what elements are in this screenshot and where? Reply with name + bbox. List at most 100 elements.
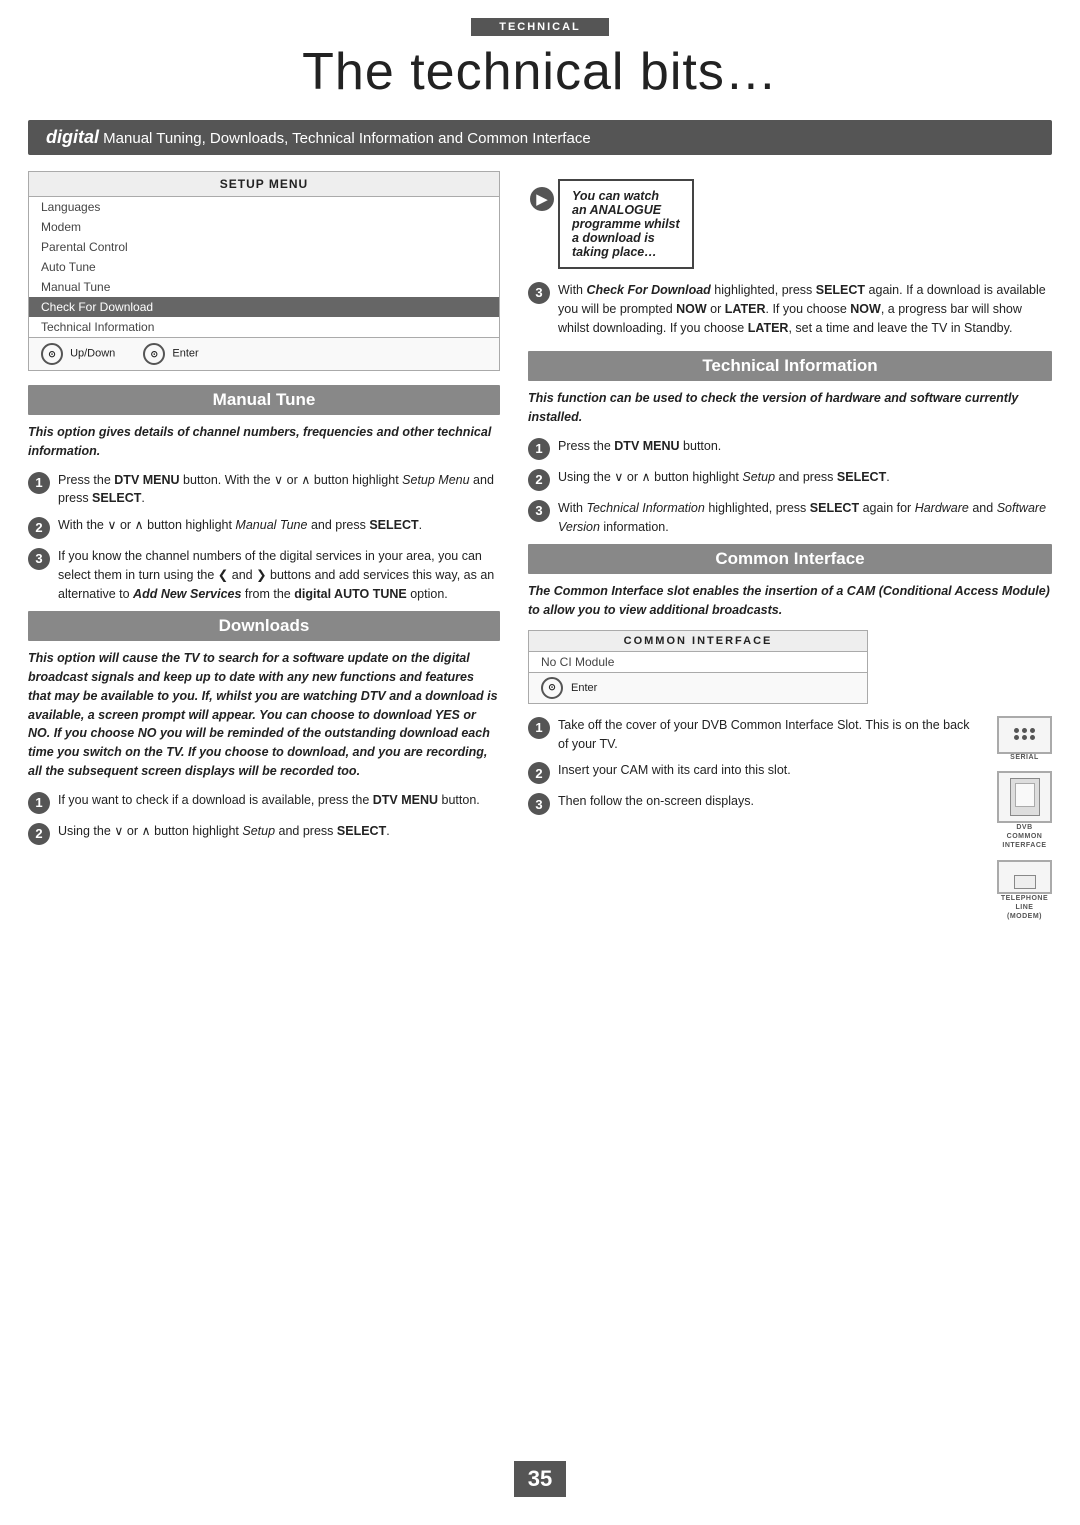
manual-tune-step-1: 1 Press the DTV MENU button. With the ∨ … (28, 471, 500, 509)
dot (1030, 728, 1035, 733)
dot-grid (1014, 728, 1036, 740)
tech-step-3: 3 With Technical Information highlighted… (528, 499, 1052, 537)
ci-box-title: Common Interface (529, 631, 867, 652)
step-num-1: 1 (28, 472, 50, 494)
step-text-1: Press the DTV MENU button. With the ∨ or… (58, 471, 500, 509)
step-text-2: With the ∨ or ∧ button highlight Manual … (58, 516, 500, 535)
page-header: Technical The technical bits… (0, 0, 1080, 102)
note-line3: programme whilst (572, 217, 680, 231)
dot (1022, 735, 1027, 740)
downloads-intro: This option will cause the TV to search … (28, 649, 500, 780)
digital-banner: digital Manual Tuning, Downloads, Techni… (28, 120, 1052, 155)
note-line4: a download is (572, 231, 655, 245)
ci-enter-icon: ⊙ (541, 677, 563, 699)
dl-step-num-1: 1 (28, 792, 50, 814)
left-column: Setup Menu Languages Modem Parental Cont… (28, 171, 518, 921)
content-area: Setup Menu Languages Modem Parental Cont… (28, 155, 1052, 921)
tech-step-2: 2 Using the ∨ or ∧ button highlight Setu… (528, 468, 1052, 491)
dot (1014, 728, 1019, 733)
enter-label: Enter (172, 348, 198, 360)
note-line2: an ANALOGUE (572, 203, 661, 217)
updown-control: ⊙ Up/Down (41, 343, 115, 365)
setup-menu-footer: ⊙ Up/Down ⊙ Enter (29, 337, 499, 370)
banner-digital-label: digital (46, 127, 99, 147)
note-icon: ▶ (530, 187, 554, 211)
modem-port (1014, 875, 1036, 889)
ci-step-num-3: 3 (528, 793, 550, 815)
ci-box-item: No CI Module (529, 652, 867, 672)
menu-item-languages: Languages (29, 197, 499, 217)
dl-step-num-3: 3 (528, 282, 550, 304)
dl-step-num-2: 2 (28, 823, 50, 845)
tech-step-text-2: Using the ∨ or ∧ button highlight Setup … (558, 468, 1052, 487)
menu-item-checkdownload: Check For Download (29, 297, 499, 317)
dvb-block (997, 771, 1052, 823)
right-download-step3: 3 With Check For Download highlighted, p… (528, 281, 1052, 337)
serial-connector: SERIAL (997, 716, 1052, 761)
ci-box-footer: ⊙ Enter (529, 672, 867, 703)
main-title: The technical bits… (302, 43, 778, 101)
dot (1030, 735, 1035, 740)
step-text-3: If you know the channel numbers of the d… (58, 547, 500, 603)
connector-diagram: SERIAL DVBCOMMONINTERFACE TE (997, 716, 1052, 922)
note-box: You can watch an ANALOGUE programme whil… (558, 179, 694, 269)
modem-label: TELEPHONELINE(MODEM) (1001, 894, 1048, 921)
dot (1014, 735, 1019, 740)
step-num-3: 3 (28, 548, 50, 570)
downloads-step-1: 1 If you want to check if a download is … (28, 791, 500, 814)
ci-steps: 1 Take off the cover of your DVB Common … (528, 716, 977, 922)
downloads-step-2: 2 Using the ∨ or ∧ button highlight Setu… (28, 822, 500, 845)
tech-step-1: 1 Press the DTV MENU button. (528, 437, 1052, 460)
serial-block (997, 716, 1052, 754)
ci-enter-label: Enter (571, 682, 597, 694)
technical-information-header: Technical Information (528, 351, 1052, 381)
ci-step-2: 2 Insert your CAM with its card into thi… (528, 761, 977, 784)
common-interface-header: Common Interface (528, 544, 1052, 574)
downloads-header: Downloads (28, 611, 500, 641)
menu-item-manualtune: Manual Tune (29, 277, 499, 297)
setup-menu-box: Setup Menu Languages Modem Parental Cont… (28, 171, 500, 371)
ci-step-num-2: 2 (528, 762, 550, 784)
ci-step-1: 1 Take off the cover of your DVB Common … (528, 716, 977, 754)
updown-label: Up/Down (70, 348, 115, 360)
note-line5: taking place… (572, 245, 657, 259)
menu-item-modem: Modem (29, 217, 499, 237)
manual-tune-header: Manual Tune (28, 385, 500, 415)
card-slot (1015, 783, 1035, 807)
ci-step-num-1: 1 (528, 717, 550, 739)
tech-step-num-1: 1 (528, 438, 550, 460)
technical-badge: Technical (471, 18, 609, 36)
enter-icon: ⊙ (143, 343, 165, 365)
serial-label: SERIAL (1010, 754, 1039, 761)
dl-step-text-1: If you want to check if a download is av… (58, 791, 500, 810)
ci-step-text-3: Then follow the on-screen displays. (558, 792, 977, 811)
modem-block (997, 860, 1052, 894)
tech-step-text-3: With Technical Information highlighted, … (558, 499, 1052, 537)
menu-item-parental: Parental Control (29, 237, 499, 257)
ci-box: Common Interface No CI Module ⊙ Enter (528, 630, 868, 704)
ci-step-text-2: Insert your CAM with its card into this … (558, 761, 977, 780)
dot (1022, 728, 1027, 733)
menu-item-autotune: Auto Tune (29, 257, 499, 277)
tech-step-num-3: 3 (528, 500, 550, 522)
ci-steps-area: 1 Take off the cover of your DVB Common … (528, 716, 1052, 922)
updown-icon: ⊙ (41, 343, 63, 365)
right-column: ▶ You can watch an ANALOGUE programme wh… (518, 171, 1052, 921)
tech-step-num-2: 2 (528, 469, 550, 491)
dl-step-text-3: With Check For Download highlighted, pre… (558, 281, 1052, 337)
technical-information-intro: This function can be used to check the v… (528, 389, 1052, 427)
ci-step-3: 3 Then follow the on-screen displays. (528, 792, 977, 815)
ci-step-text-1: Take off the cover of your DVB Common In… (558, 716, 977, 754)
note-line1: You can watch (572, 189, 659, 203)
setup-menu-title: Setup Menu (29, 172, 499, 197)
manual-tune-step-3: 3 If you know the channel numbers of the… (28, 547, 500, 603)
modem-connector: TELEPHONELINE(MODEM) (997, 860, 1052, 921)
dvb-connector: DVBCOMMONINTERFACE (997, 771, 1052, 850)
banner-text: Manual Tuning, Downloads, Technical Info… (99, 130, 591, 147)
step-num-2: 2 (28, 517, 50, 539)
manual-tune-step-2: 2 With the ∨ or ∧ button highlight Manua… (28, 516, 500, 539)
page-number: 35 (514, 1461, 566, 1497)
dl-step-text-2: Using the ∨ or ∧ button highlight Setup … (58, 822, 500, 841)
manual-tune-intro: This option gives details of channel num… (28, 423, 500, 461)
dvb-slot (1010, 778, 1040, 816)
